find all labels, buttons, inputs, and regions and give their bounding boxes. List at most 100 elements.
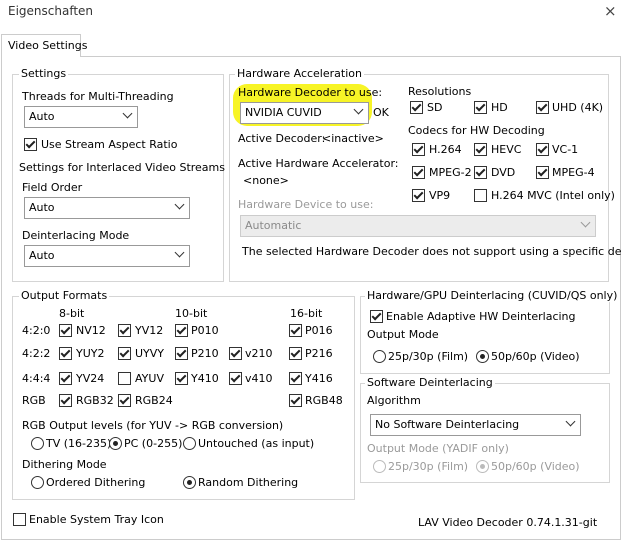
levels-pc-radio[interactable]	[109, 437, 122, 450]
active-decoder-value: <inactive>	[322, 132, 384, 145]
fmt-p016-checkbox[interactable]	[289, 324, 302, 337]
tab-video-settings[interactable]: Video Settings	[1, 34, 87, 57]
row-422-label: 4:2:2	[22, 347, 51, 360]
codec-hevc-checkbox[interactable]	[474, 143, 487, 156]
window-title: Eigenschaften	[8, 4, 94, 18]
dither-ordered-radio[interactable]	[31, 476, 44, 489]
fmt-v410-label: v410	[245, 372, 273, 385]
tab-label: Video Settings	[8, 39, 88, 52]
fmt-uyvy-checkbox[interactable]	[118, 347, 131, 360]
fmt-p016-label: P016	[305, 324, 333, 337]
hw-device-label: Hardware Device to use:	[238, 198, 374, 211]
fmt-y410-label: Y410	[191, 372, 219, 385]
fmt-y416-label: Y416	[305, 372, 333, 385]
fmt-y416-checkbox[interactable]	[289, 372, 302, 385]
hw-decoder-label: Hardware Decoder to use:	[238, 86, 383, 99]
algorithm-label: Algorithm	[367, 394, 421, 407]
threads-select[interactable]: Auto	[24, 106, 138, 128]
fmt-rgb32-checkbox[interactable]	[59, 394, 72, 407]
sw-mode-25p-radio[interactable]	[373, 460, 386, 473]
fmt-yv12-checkbox[interactable]	[118, 324, 131, 337]
hw-device-value: Automatic	[245, 219, 302, 232]
res-sd-checkbox[interactable]	[410, 101, 423, 114]
ok-indicator: OK	[373, 106, 389, 119]
active-accel-label: Active Hardware Accelerator:	[238, 157, 399, 170]
codec-h264mvc-label: H.264 MVC (Intel only)	[491, 189, 615, 202]
levels-tv-label: TV (16-235)	[46, 437, 112, 450]
fmt-p210-checkbox[interactable]	[175, 347, 188, 360]
res-hd-checkbox[interactable]	[474, 101, 487, 114]
hw-deint-enable-checkbox[interactable]	[370, 310, 383, 323]
codec-mpeg2-checkbox[interactable]	[412, 166, 425, 179]
field-order-select[interactable]: Auto	[24, 197, 190, 219]
resolutions-label: Resolutions	[408, 85, 472, 98]
codecs-label: Codecs for HW Decoding	[408, 124, 545, 137]
stream-aspect-label: Use Stream Aspect Ratio	[41, 138, 178, 151]
fmt-uyvy-label: UYVY	[135, 347, 165, 360]
hw-mode-50p-radio[interactable]	[476, 350, 489, 363]
fmt-p010-checkbox[interactable]	[175, 324, 188, 337]
header-10bit: 10-bit	[175, 307, 208, 320]
hw-mode-50p-label: 50p/60p (Video)	[491, 350, 580, 363]
fmt-ayuv-label: AYUV	[135, 372, 164, 385]
tray-icon-label: Enable System Tray Icon	[29, 513, 164, 526]
chevron-down-icon	[353, 104, 364, 115]
fmt-rgb48-checkbox[interactable]	[289, 394, 302, 407]
header-8bit: 8-bit	[59, 307, 85, 320]
tray-icon-checkbox[interactable]	[13, 513, 26, 526]
deint-mode-value: Auto	[29, 249, 55, 262]
fmt-nv12-label: NV12	[76, 324, 106, 337]
fmt-p010-label: P010	[191, 324, 219, 337]
fmt-ayuv-checkbox[interactable]	[118, 372, 131, 385]
codec-h264-checkbox[interactable]	[412, 143, 425, 156]
fmt-yv24-checkbox[interactable]	[59, 372, 72, 385]
hw-accel-group-label: Hardware Acceleration	[235, 67, 364, 80]
hw-deint-enable-label: Enable Adaptive HW Deinterlacing	[386, 310, 576, 323]
levels-untouched-label: Untouched (as input)	[198, 437, 315, 450]
fmt-y410-checkbox[interactable]	[175, 372, 188, 385]
fmt-yuy2-checkbox[interactable]	[59, 347, 72, 360]
header-16bit: 16-bit	[290, 307, 323, 320]
chevron-down-icon	[122, 108, 133, 119]
fmt-v210-checkbox[interactable]	[229, 347, 242, 360]
rgb-levels-label: RGB Output levels (for YUV -> RGB conver…	[22, 419, 284, 432]
hw-mode-25p-radio[interactable]	[373, 350, 386, 363]
fmt-nv12-checkbox[interactable]	[59, 324, 72, 337]
stream-aspect-checkbox[interactable]	[24, 138, 37, 151]
res-sd-label: SD	[427, 101, 443, 114]
hw-mode-25p-label: 25p/30p (Film)	[388, 350, 469, 363]
close-icon[interactable]: ×	[604, 2, 617, 20]
codec-mpeg4-checkbox[interactable]	[536, 166, 549, 179]
codec-dvd-checkbox[interactable]	[474, 166, 487, 179]
dither-label: Dithering Mode	[22, 458, 107, 471]
fmt-v410-checkbox[interactable]	[229, 372, 242, 385]
codec-mpeg4-label: MPEG-4	[552, 166, 595, 179]
row-444-label: 4:4:4	[22, 372, 51, 385]
levels-tv-radio[interactable]	[31, 437, 44, 450]
res-uhd-label: UHD (4K)	[552, 101, 604, 114]
levels-untouched-radio[interactable]	[183, 437, 196, 450]
threads-label: Threads for Multi-Threading	[22, 90, 174, 103]
res-uhd-checkbox[interactable]	[536, 101, 549, 114]
fmt-yv12-label: YV12	[135, 324, 164, 337]
chevron-down-icon	[174, 247, 185, 258]
levels-pc-label: PC (0-255)	[124, 437, 183, 450]
codec-vp9-checkbox[interactable]	[412, 189, 425, 202]
fmt-rgb24-checkbox[interactable]	[118, 394, 131, 407]
threads-value: Auto	[29, 110, 55, 123]
algorithm-select[interactable]: No Software Deinterlacing	[370, 414, 581, 436]
interlaced-label: Settings for Interlaced Video Streams	[19, 161, 225, 174]
deint-mode-select[interactable]: Auto	[24, 245, 190, 267]
sw-mode-50p-radio[interactable]	[476, 460, 489, 473]
active-accel-value: <none>	[243, 174, 289, 187]
sw-output-mode-label: Output Mode (YADIF only)	[367, 442, 509, 455]
row-rgb-label: RGB	[22, 394, 46, 407]
row-420-label: 4:2:0	[22, 324, 51, 337]
hw-decoder-select[interactable]: NVIDIA CUVID	[240, 102, 369, 124]
fmt-yuy2-label: YUY2	[76, 347, 105, 360]
codec-h264mvc-checkbox[interactable]	[474, 189, 487, 202]
hw-device-select[interactable]: Automatic	[240, 215, 596, 237]
codec-vc1-checkbox[interactable]	[536, 143, 549, 156]
fmt-p216-checkbox[interactable]	[289, 347, 302, 360]
dither-random-radio[interactable]	[183, 476, 196, 489]
